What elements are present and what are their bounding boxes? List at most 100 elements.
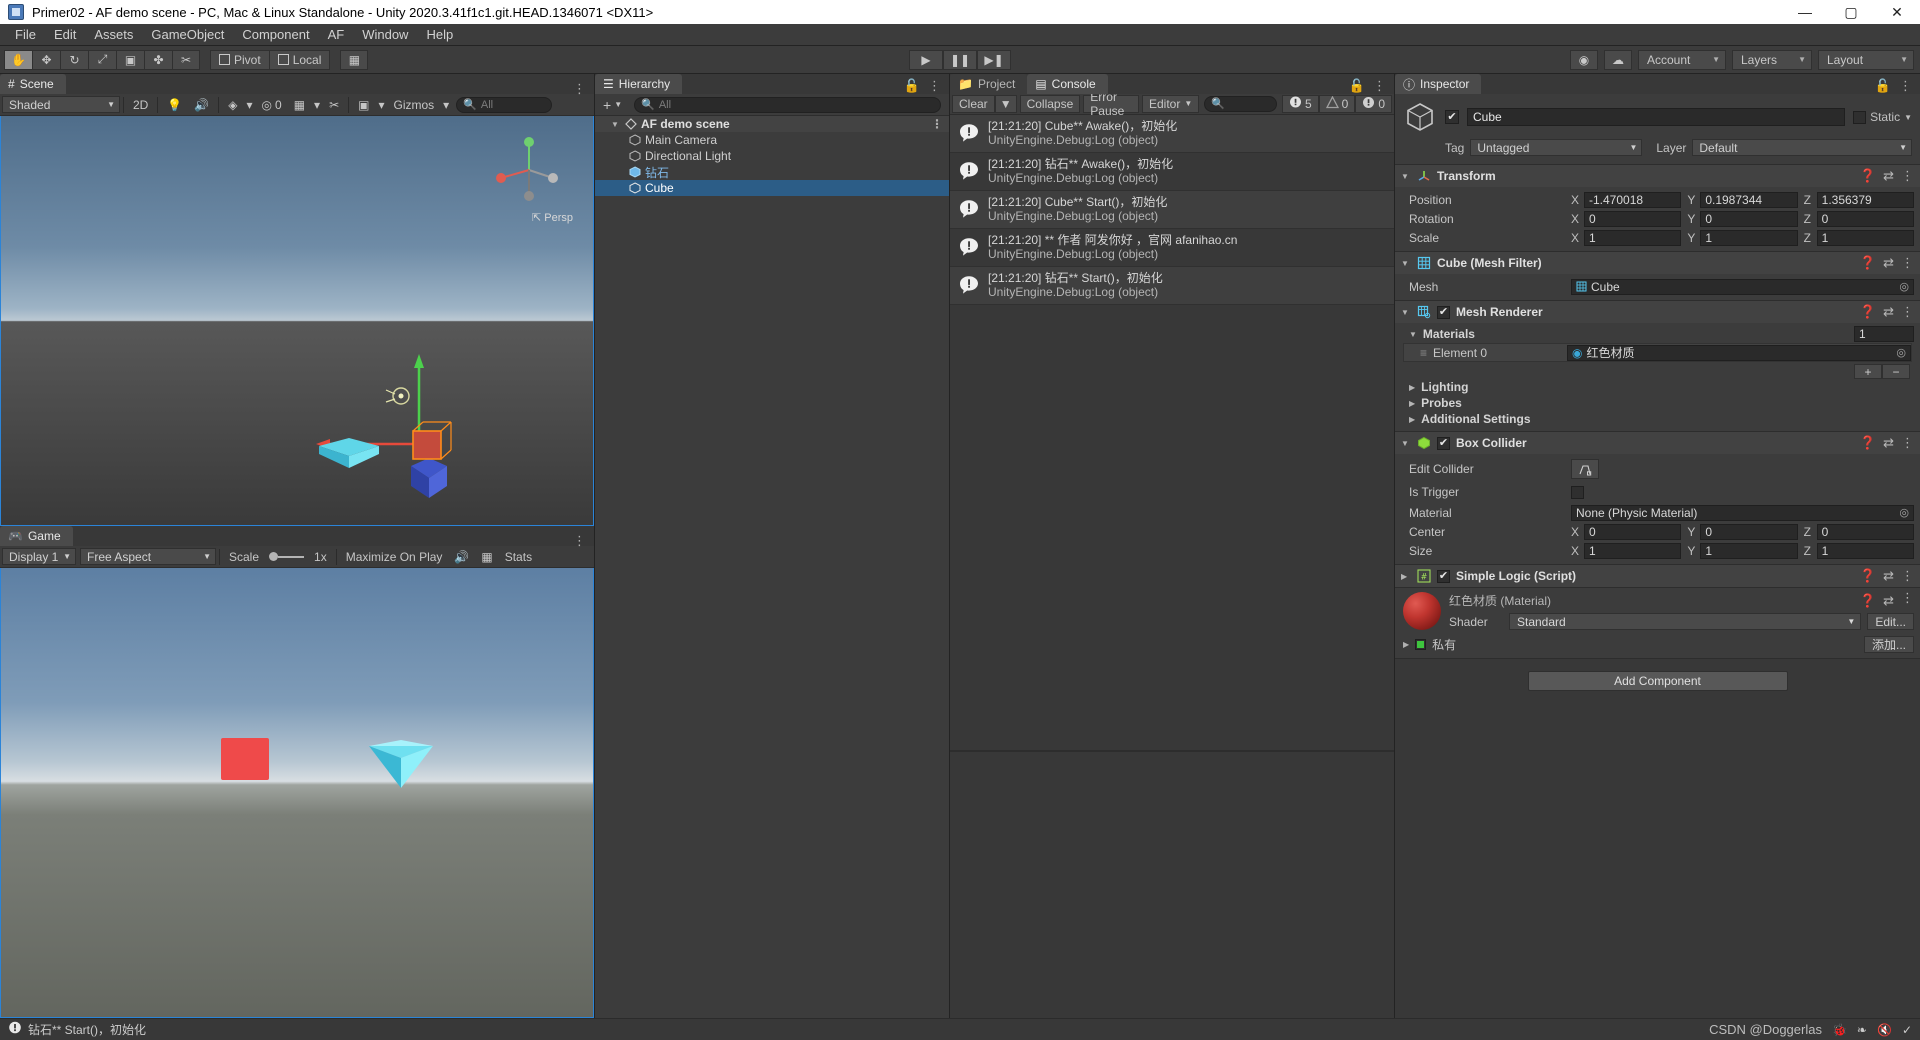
mesh-renderer-header[interactable]: ▼ Mesh Renderer ❓ ⇄ — [1395, 301, 1920, 323]
materials-foldout[interactable]: ▼ Materials — [1401, 326, 1854, 342]
cloud-icon[interactable]: ☁ — [1604, 49, 1632, 70]
size-x-field[interactable]: X1 — [1571, 542, 1682, 559]
console-message-row[interactable]: [21:21:20] ** 作者 阿发你好 ，官网 afanihao.cn Un… — [950, 228, 1394, 267]
chevron-down-icon[interactable]: ▼ — [1904, 113, 1912, 122]
scale-x-field[interactable]: X1 — [1571, 229, 1682, 246]
scene-tools-icon[interactable]: ✂ — [323, 96, 345, 114]
status-bug-icon[interactable]: 🐞 — [1832, 1023, 1847, 1037]
tab-inspector[interactable]: ⓘ Inspector — [1395, 74, 1482, 94]
object-enabled-checkbox[interactable] — [1445, 110, 1459, 124]
scene-grid-dropdown-icon[interactable]: ▾ — [311, 96, 323, 114]
help-icon[interactable]: ❓ — [1860, 255, 1876, 271]
preset-icon[interactable]: ⇄ — [1883, 593, 1894, 609]
menu-gameobject[interactable]: GameObject — [142, 25, 233, 44]
help-icon[interactable]: ❓ — [1860, 593, 1876, 609]
stats-button[interactable]: Stats — [499, 548, 538, 566]
minimize-button[interactable]: — — [1782, 0, 1828, 24]
pivot-toggle[interactable]: Pivot — [210, 49, 269, 70]
size-z-field[interactable]: Z1 — [1804, 542, 1914, 559]
status-check-icon[interactable]: ✓ — [1902, 1023, 1912, 1037]
rotation-z-field[interactable]: Z0 — [1804, 210, 1914, 227]
layers-dropdown[interactable]: Layers ▼ — [1732, 49, 1812, 70]
log-count-toggle[interactable]: 5 — [1281, 94, 1319, 113]
move-tool-icon[interactable]: ✥ — [32, 49, 60, 70]
center-z-field[interactable]: Z0 — [1804, 523, 1914, 540]
tab-scene[interactable]: # Scene — [0, 74, 66, 94]
tab-project[interactable]: 📁 Project — [950, 74, 1028, 94]
menu-assets[interactable]: Assets — [85, 25, 142, 44]
material-element-row[interactable]: ≡ Element 0 ◉ 红色材质 ◎ — [1403, 343, 1912, 362]
edit-shader-button[interactable]: Edit... — [1867, 613, 1914, 630]
console-message-row[interactable]: [21:21:20] Cube** Awake()，初始化 UnityEngin… — [950, 114, 1394, 153]
scene-row-menu-icon[interactable]: ⋮ — [931, 118, 943, 130]
position-z-field[interactable]: Z 1.356379 — [1804, 191, 1914, 208]
component-menu-icon[interactable]: ⋮ — [1901, 169, 1914, 182]
console-search-input[interactable]: 🔍 — [1204, 95, 1277, 112]
hierarchy-item-scene[interactable]: ▼ AF demo scene ⋮ — [595, 116, 949, 132]
scene-camera-dropdown-icon[interactable]: ▾ — [375, 96, 387, 114]
edit-collider-button[interactable] — [1571, 459, 1599, 479]
simple-logic-header[interactable]: ▶ # Simple Logic (Script) ❓ ⇄ ⋮ — [1395, 565, 1920, 587]
hand-tool-icon[interactable]: ✋ — [4, 49, 32, 70]
local-toggle[interactable]: Local — [268, 49, 331, 70]
scene-lighting-icon[interactable]: 💡 — [161, 96, 188, 114]
mesh-filter-header[interactable]: ▼ Cube (Mesh Filter) ❓ ⇄ ⋮ — [1395, 252, 1920, 274]
probes-foldout[interactable]: ▶ Probes — [1401, 395, 1914, 411]
hierarchy-item-diamond[interactable]: 钻石 — [595, 164, 949, 180]
play-button[interactable]: ▶ — [909, 49, 943, 70]
maximize-button[interactable]: ▢ — [1828, 0, 1874, 24]
inspector-menu-icon[interactable]: ⋮ — [1899, 79, 1912, 92]
error-pause-button[interactable]: Error Pause — [1083, 90, 1139, 118]
static-checkbox[interactable] — [1853, 110, 1867, 124]
scene-hidden-objects-icon[interactable]: ◎ 0 — [256, 96, 288, 114]
drag-handle-icon[interactable]: ≡ — [1420, 346, 1427, 360]
foldout-icon[interactable]: ▼ — [1401, 172, 1411, 181]
scene-viewport[interactable]: ⇱ Persp — [0, 116, 594, 526]
pause-button[interactable]: ❚❚ — [943, 49, 977, 70]
maximize-on-play-button[interactable]: Maximize On Play — [340, 548, 449, 566]
remove-material-button[interactable]: − — [1882, 364, 1910, 379]
layout-dropdown[interactable]: Layout ▼ — [1818, 49, 1914, 70]
help-icon[interactable]: ❓ — [1860, 304, 1876, 320]
aspect-dropdown[interactable]: Free Aspect ▼ — [80, 548, 216, 565]
console-message-row[interactable]: [21:21:20] 钻石** Awake()，初始化 UnityEngine.… — [950, 152, 1394, 191]
menu-window[interactable]: Window — [353, 25, 417, 44]
center-y-field[interactable]: Y0 — [1687, 523, 1798, 540]
material-menu-icon[interactable]: ⋮ — [1901, 591, 1914, 609]
menu-file[interactable]: File — [6, 25, 45, 44]
element-object-field[interactable]: ◉ 红色材质 ◎ — [1567, 344, 1911, 361]
foldout-icon[interactable]: ▼ — [1401, 259, 1411, 268]
game-gizmos-icon[interactable]: ▦ — [475, 548, 498, 566]
private-checkbox[interactable] — [1415, 639, 1427, 650]
lock-icon[interactable]: 🔓 — [1349, 78, 1365, 94]
step-button[interactable]: ▶❚ — [977, 49, 1011, 70]
close-button[interactable]: ✕ — [1874, 0, 1920, 24]
component-menu-icon[interactable]: ⋮ — [1901, 436, 1914, 449]
scene-audio-icon[interactable]: 🔊 — [188, 96, 215, 114]
rect-tool-icon[interactable]: ▣ — [116, 49, 144, 70]
add-material-button[interactable]: + — [1854, 364, 1882, 379]
scene-fx-dropdown-icon[interactable]: ▾ — [243, 96, 255, 114]
preset-icon[interactable]: ⇄ — [1883, 304, 1894, 320]
component-menu-icon[interactable]: ⋮ — [1901, 305, 1914, 318]
preset-icon[interactable]: ⇄ — [1883, 255, 1894, 271]
scale-y-field[interactable]: Y1 — [1687, 229, 1798, 246]
position-x-field[interactable]: X -1.470018 — [1571, 191, 1682, 208]
grid-snap-icon[interactable]: ▦ — [340, 49, 369, 70]
scene-camera-icon[interactable]: ▣ — [352, 96, 375, 114]
preset-icon[interactable]: ⇄ — [1883, 168, 1894, 184]
console-message-row[interactable]: [21:21:20] Cube** Start()，初始化 UnityEngin… — [950, 190, 1394, 229]
hierarchy-item-directional-light[interactable]: Directional Light — [595, 148, 949, 164]
box-collider-enabled-checkbox[interactable] — [1437, 436, 1450, 450]
error-count-toggle[interactable]: 0 — [1355, 94, 1392, 113]
menu-af[interactable]: AF — [319, 25, 354, 44]
tab-game[interactable]: 🎮 Game — [0, 526, 73, 546]
hierarchy-search-input[interactable]: 🔍 All — [634, 96, 941, 113]
scene-grid-icon[interactable]: ▦ — [288, 96, 311, 114]
custom-tool-icon[interactable]: ✂ — [172, 49, 200, 70]
menu-component[interactable]: Component — [233, 25, 318, 44]
lighting-foldout[interactable]: ▶ Lighting — [1401, 379, 1914, 395]
scale-slider[interactable] — [269, 552, 305, 561]
foldout-icon[interactable]: ▶ — [1403, 640, 1409, 649]
size-y-field[interactable]: Y1 — [1687, 542, 1798, 559]
